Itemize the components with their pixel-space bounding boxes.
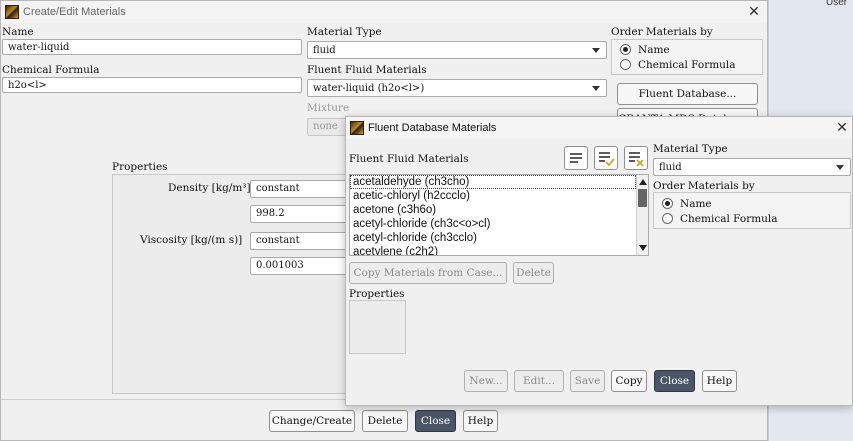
fluent-fluid-materials-dropdown[interactable]: water-liquid (h2o<l>) [307, 79, 607, 97]
list-item[interactable]: acetyl-chloride (ch3c<o>cl) [350, 217, 636, 231]
order-materials-group: Name Chemical Formula [611, 39, 763, 75]
order-by-name-label: Name [638, 43, 670, 56]
help-button[interactable]: Help [463, 410, 498, 432]
db-order-by-formula-label: Chemical Formula [680, 212, 778, 225]
edit-button[interactable]: Edit... [514, 370, 564, 392]
radio-selected-icon [662, 198, 673, 209]
fluent-fluid-materials-value: water-liquid (h2o<l>) [313, 83, 425, 94]
radio-selected-icon [620, 44, 631, 55]
db-list-label: Fluent Fluid Materials [349, 153, 469, 165]
db-delete-button[interactable]: Delete [513, 262, 554, 284]
density-value-input[interactable]: 998.2 [250, 205, 350, 223]
background-user-label: User [826, 0, 848, 8]
dialog-title: Fluent Database Materials [368, 122, 497, 134]
dialog-logo-icon [350, 121, 364, 135]
new-button[interactable]: New... [464, 370, 508, 392]
main-close-icon[interactable]: ✕ [747, 5, 761, 19]
copy-button[interactable]: Copy [611, 370, 647, 392]
viscosity-method-dropdown[interactable]: constant [250, 232, 350, 250]
save-button[interactable]: Save [570, 370, 605, 392]
list-item[interactable]: acetylene (c2h2) [350, 245, 636, 255]
properties-label: Properties [112, 161, 168, 173]
radio-unselected-icon [620, 59, 631, 70]
scroll-thumb[interactable] [638, 189, 647, 207]
viscosity-value-input[interactable]: 0.001003 [250, 257, 350, 275]
main-titlebar: Create/Edit Materials ✕ [1, 1, 767, 23]
chemical-formula-label: Chemical Formula [2, 64, 100, 76]
list-scrollbar[interactable] [636, 175, 648, 255]
close-button[interactable]: Close [415, 410, 456, 432]
db-materials-list[interactable]: acetaldehyde (ch3cho) acetic-chloryl (h2… [349, 174, 649, 256]
fluent-fluid-materials-label: Fluent Fluid Materials [307, 64, 427, 76]
copy-materials-from-case-button[interactable]: Copy Materials from Case... [349, 262, 507, 284]
db-order-by-name-label: Name [680, 197, 712, 210]
material-type-dropdown[interactable]: fluid [307, 41, 607, 59]
list-item[interactable]: acetone (c3h6o) [350, 203, 636, 217]
dialog-close-icon[interactable]: ✕ [835, 121, 849, 135]
list-item[interactable]: acetyl-chloride (ch3cclo) [350, 231, 636, 245]
scroll-up-icon[interactable] [639, 179, 647, 185]
delete-button[interactable]: Delete [362, 410, 408, 432]
material-type-value: fluid [313, 45, 336, 56]
list-item[interactable]: acetic-chloryl (h2ccclo) [350, 189, 636, 203]
db-material-type-dropdown[interactable]: fluid [653, 158, 851, 176]
order-materials-label: Order Materials by [611, 26, 713, 38]
chevron-down-icon [836, 165, 844, 170]
db-order-by-name-radio[interactable]: Name [662, 196, 850, 211]
material-type-label: Material Type [307, 26, 382, 38]
density-label: Density [kg/m³] [168, 182, 251, 194]
db-properties-label: Properties [349, 288, 405, 300]
mixture-label: Mixture [307, 102, 350, 114]
db-close-button[interactable]: Close [654, 370, 695, 392]
chemical-formula-input[interactable]: h2o<l> [2, 77, 302, 93]
db-order-materials-label: Order Materials by [653, 180, 755, 192]
app-logo-icon [5, 5, 19, 19]
fluent-database-materials-dialog: Fluent Database Materials ✕ Fluent Fluid… [345, 116, 853, 406]
chevron-down-icon [592, 48, 600, 53]
change-create-button[interactable]: Change/Create [269, 410, 355, 432]
db-order-by-formula-radio[interactable]: Chemical Formula [662, 211, 850, 226]
db-properties-panel [349, 300, 406, 354]
order-by-name-radio[interactable]: Name [620, 42, 762, 57]
dialog-titlebar: Fluent Database Materials ✕ [346, 117, 852, 139]
order-by-formula-label: Chemical Formula [638, 58, 736, 71]
fluent-database-button[interactable]: Fluent Database... [617, 83, 758, 105]
mixture-dropdown[interactable]: none [307, 118, 347, 136]
name-label: Name [2, 26, 34, 38]
db-material-type-value: fluid [659, 162, 682, 173]
main-window-title: Create/Edit Materials [23, 6, 126, 18]
scroll-down-icon[interactable] [639, 245, 647, 251]
radio-unselected-icon [662, 213, 673, 224]
chevron-down-icon [592, 86, 600, 91]
list-item[interactable]: acetaldehyde (ch3cho) [350, 175, 636, 189]
select-all-icon[interactable] [564, 146, 588, 170]
db-material-type-label: Material Type [653, 143, 728, 155]
check-list-icon[interactable] [594, 146, 618, 170]
clear-list-icon[interactable] [624, 146, 648, 170]
db-order-materials-group: Name Chemical Formula [653, 192, 851, 229]
order-by-formula-radio[interactable]: Chemical Formula [620, 57, 762, 72]
density-method-dropdown[interactable]: constant [250, 180, 350, 198]
db-materials-items: acetaldehyde (ch3cho) acetic-chloryl (h2… [350, 175, 636, 255]
db-help-button[interactable]: Help [702, 370, 737, 392]
viscosity-label: Viscosity [kg/(m s)] [140, 234, 243, 246]
name-input[interactable]: water-liquid [2, 39, 302, 55]
